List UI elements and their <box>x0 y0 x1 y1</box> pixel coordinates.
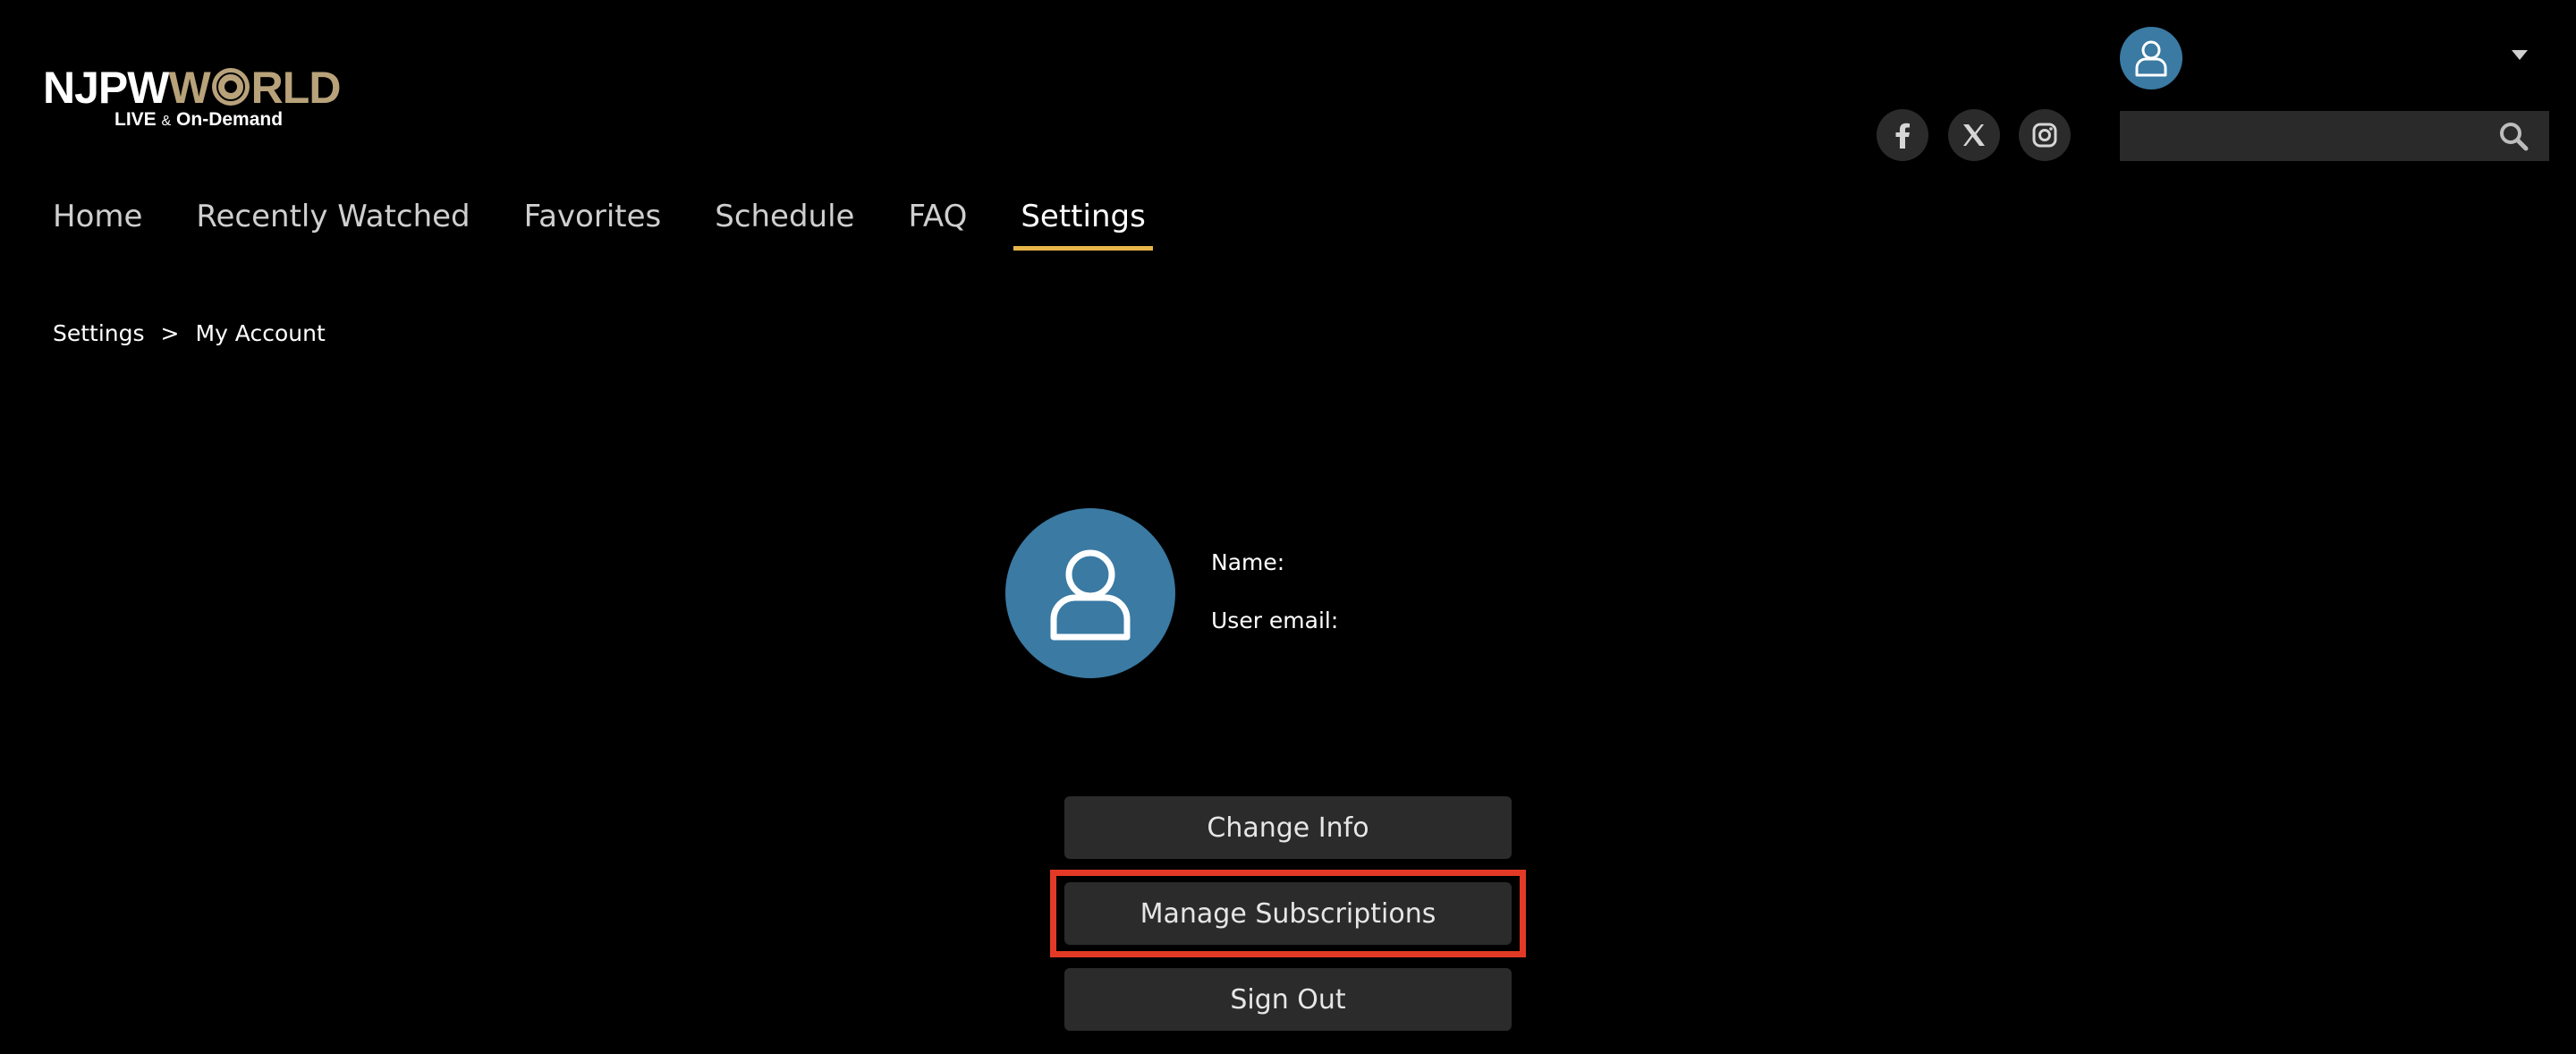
chevron-down-icon[interactable] <box>2512 50 2528 60</box>
nav-item-faq[interactable]: FAQ <box>908 190 967 243</box>
user-icon <box>2135 40 2167 77</box>
profile-email-label: User email: <box>1211 608 1339 633</box>
logo-seal-icon <box>211 68 250 106</box>
search-icon <box>2500 123 2529 151</box>
user-menu-avatar[interactable] <box>2120 27 2182 89</box>
x-twitter-icon <box>1963 124 1985 146</box>
profile-avatar <box>1005 508 1175 678</box>
facebook-link[interactable] <box>1877 109 1928 161</box>
logo-tagline: LIVE & On-Demand <box>114 109 284 130</box>
profile-name-label: Name: <box>1211 549 1285 575</box>
search-button[interactable] <box>2496 118 2531 154</box>
instagram-icon <box>2032 123 2057 148</box>
breadcrumb-current: My Account <box>195 320 326 346</box>
logo-wordmark: NJPWW RLD <box>43 63 341 113</box>
user-icon <box>1050 549 1131 641</box>
breadcrumb-separator: > <box>160 320 180 346</box>
instagram-link[interactable] <box>2019 109 2071 161</box>
njpw-world-logo[interactable]: NJPWW RLD LIVE & On-Demand <box>43 64 365 136</box>
sign-out-button[interactable]: Sign Out <box>1064 968 1512 1031</box>
manage-subscriptions-button[interactable]: Manage Subscriptions <box>1064 882 1512 945</box>
nav-item-home[interactable]: Home <box>53 190 142 243</box>
main-nav: Home Recently Watched Favorites Schedule… <box>53 190 1199 252</box>
facebook-icon <box>1895 123 1910 149</box>
change-info-button[interactable]: Change Info <box>1064 796 1512 859</box>
x-twitter-link[interactable] <box>1948 109 2000 161</box>
nav-item-favorites[interactable]: Favorites <box>524 190 662 243</box>
nav-item-recently-watched[interactable]: Recently Watched <box>196 190 470 243</box>
breadcrumb-settings-link[interactable]: Settings <box>53 320 145 346</box>
nav-item-settings[interactable]: Settings <box>1013 190 1154 251</box>
search-input[interactable] <box>2120 111 2549 161</box>
nav-item-schedule[interactable]: Schedule <box>715 190 854 243</box>
breadcrumb: Settings > My Account <box>53 320 326 346</box>
